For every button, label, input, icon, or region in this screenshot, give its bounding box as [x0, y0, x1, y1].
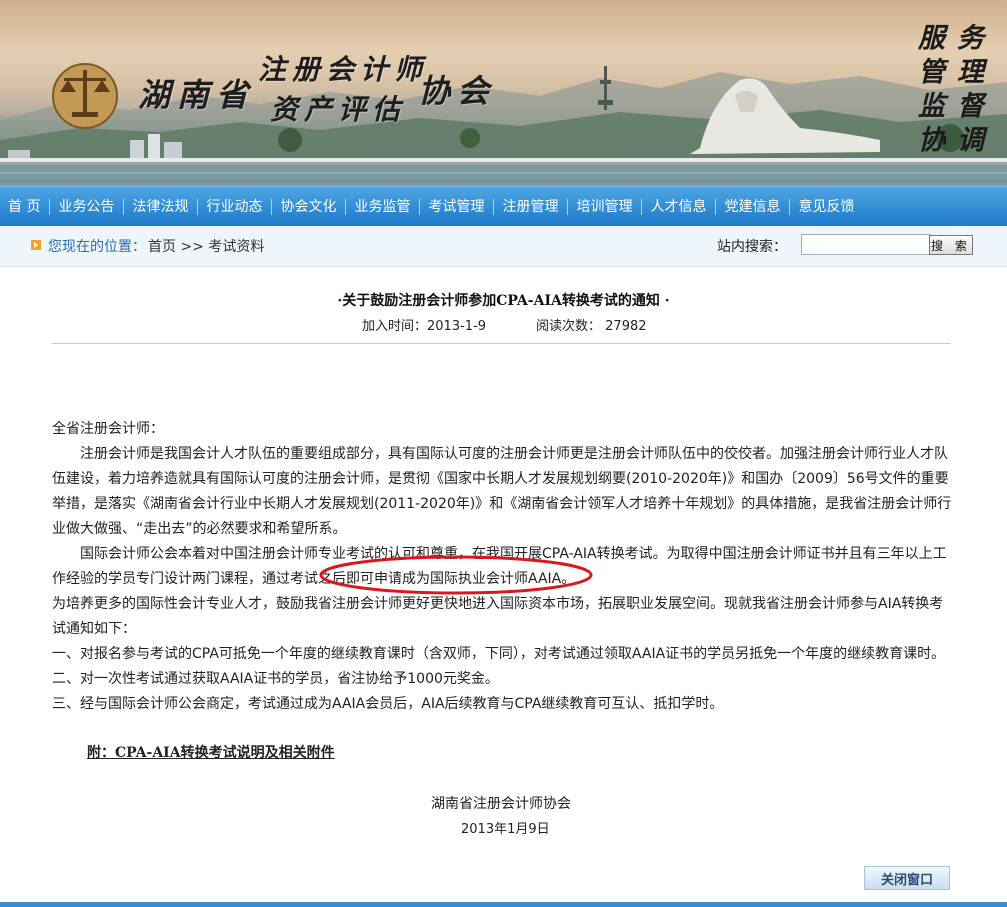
nav-item-registration[interactable]: 注册管理 — [494, 199, 569, 215]
nav-item-feedback[interactable]: 意见反馈 — [790, 199, 863, 215]
banner-association: 协会 — [418, 72, 497, 110]
search-button[interactable]: 搜 索 — [929, 235, 973, 255]
nav-item-training[interactable]: 培训管理 — [568, 199, 643, 215]
paragraph-3: 为培养更多的国际性会计专业人才，鼓励我省注册会计师更好更快地进入国际资本市场，拓… — [52, 596, 944, 637]
nav-item-home[interactable]: 首 页 — [0, 199, 51, 215]
scales-emblem-icon — [52, 63, 118, 129]
footer-line — [0, 902, 1007, 907]
salutation: 全省注册会计师： — [52, 421, 164, 437]
banner-title-line2: 资产评估 — [270, 93, 407, 126]
notice-item-1: 一、对报名参与考试的CPA可抵免一个年度的继续教育课时（含双师，下同），对考试通… — [52, 646, 946, 662]
article-meta: 加入时间：2013-1-9 阅读次数： 27982 — [362, 315, 647, 334]
nav-item-announcements[interactable]: 业务公告 — [50, 199, 125, 215]
nav-item-supervision[interactable]: 业务监管 — [346, 199, 421, 215]
association-logo — [48, 56, 122, 130]
added-time: 加入时间：2013-1-9 — [362, 319, 487, 334]
article-title: ·关于鼓励注册会计师参加CPA-AIA转换考试的通知 · — [337, 293, 670, 309]
notice-item-2: 二、对一次性考试通过获取AAIA证书的学员，省注协给予1000元奖金。 — [52, 671, 499, 687]
site-banner: 湖南省 注册会计师 资产评估 协会 服务 管理 监督 协调 — [0, 0, 1007, 186]
search-label: 站内搜索： — [717, 239, 787, 255]
nav-item-talent[interactable]: 人才信息 — [642, 199, 717, 215]
attachment-link[interactable]: 附：CPA-AIA转换考试说明及相关附件 — [87, 742, 335, 762]
signature-organization: 湖南省注册会计师协会 — [431, 796, 571, 812]
notice-item-3: 三、经与国际会计师公会商定，考试通过成为AAIA会员后，AIA后续教育与CPA继… — [52, 696, 724, 712]
signature-date: 2013年1月9日 — [461, 822, 550, 837]
paragraph-1: 注册会计师是我国会计人才队伍的重要组成部分，具有国际认可度的注册会计师更是注册会… — [52, 446, 952, 537]
nav-item-industry-news[interactable]: 行业动态 — [198, 199, 273, 215]
main-nav: 首 页 业务公告 法律法规 行业动态 协会文化 业务监管 考试管理 注册管理 培… — [0, 186, 1007, 227]
banner-title-line1: 注册会计师 — [258, 53, 429, 86]
nav-item-party[interactable]: 党建信息 — [716, 199, 791, 215]
nav-item-culture[interactable]: 协会文化 — [272, 199, 347, 215]
nav-item-laws[interactable]: 法律法规 — [124, 199, 199, 215]
title-divider — [52, 343, 951, 344]
nav-item-exams[interactable]: 考试管理 — [420, 199, 495, 215]
location-label: 您现在的位置： — [48, 239, 146, 255]
paragraph-2: 国际会计师公会本着对中国注册会计师专业考试的认可和尊重，在我国开展CPA-AIA… — [52, 546, 947, 587]
close-window-button[interactable]: 关闭窗口 — [864, 866, 950, 890]
read-count: 阅读次数： 27982 — [536, 319, 647, 334]
search-input[interactable] — [801, 234, 931, 255]
arrow-bullet-icon — [31, 240, 41, 250]
motto-coordination: 协调 — [918, 125, 996, 156]
banner-province: 湖南省 — [138, 76, 256, 114]
breadcrumb[interactable]: 首页 >> 考试资料 — [148, 236, 264, 256]
